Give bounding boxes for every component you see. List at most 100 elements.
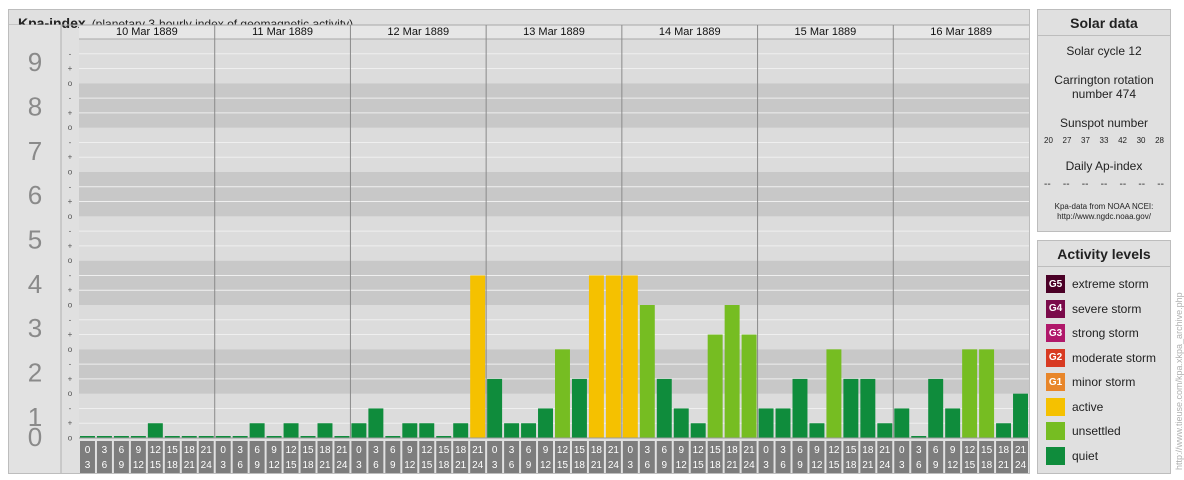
carrington-rotation: Carrington rotation number 474 [1054,73,1154,101]
x-tick-start: 9 [543,445,549,456]
x-tick-start: 9 [678,445,684,456]
x-tick-end: 3 [899,460,905,471]
x-tick-end: 24 [336,460,348,471]
day-label: 11 Mar 1889 [252,26,313,38]
x-tick-end: 6 [102,460,108,471]
kp-bar [571,378,587,438]
x-tick-start: 0 [899,445,905,456]
day-label: 15 Mar 1889 [795,26,857,38]
kp-bar [368,408,384,438]
y-band [79,172,1029,217]
day-label: 12 Mar 1889 [387,26,449,38]
kp-bar [775,408,791,438]
x-tick-end: 12 [540,460,552,471]
x-tick-end: 21 [184,460,196,471]
x-tick-end: 9 [119,460,125,471]
kp-bar [741,334,757,438]
x-tick-start: 18 [727,445,739,456]
day-label: 14 Mar 1889 [659,26,721,38]
sunspot-value: 20 [1044,136,1053,145]
legend-label: severe storm [1072,301,1142,316]
x-tick-end: 6 [645,460,651,471]
x-tick-end: 18 [167,460,179,471]
kp-bar [453,423,469,438]
y-tick-label: 6 [28,180,42,210]
x-tick-end: 18 [438,460,450,471]
y-minor-tick-label: o [68,345,73,354]
x-tick-start: 12 [285,445,297,456]
x-tick-end: 18 [981,460,993,471]
y-minor-tick-label: + [68,197,73,206]
x-tick-start: 0 [356,445,362,456]
x-tick-start: 12 [828,445,840,456]
y-minor-tick-label: o [68,168,73,177]
legend-swatch: G2 [1046,348,1065,367]
y-minor-tick-label: o [68,256,73,265]
y-minor-tick-label: o [68,389,73,398]
legend-item-severe-storm: G4 severe storm [1046,299,1142,318]
ap-index-value: -- [1081,179,1089,190]
x-tick-end: 6 [780,460,786,471]
x-tick-end: 6 [237,460,243,471]
kp-bar [928,378,944,438]
kp-bar [521,423,537,438]
kp-bar [877,423,893,438]
kp-bar [707,334,723,438]
x-tick-start: 21 [608,445,620,456]
x-tick-end: 24 [608,460,620,471]
x-tick-start: 21 [1015,445,1027,456]
activity-levels-panel: Activity levels G5 extreme storm G4 severe … [1037,240,1171,474]
y-minor-tick-label: + [68,241,73,250]
y-minor-tick-label: + [68,419,73,428]
kp-bar [249,423,265,438]
legend-swatch [1046,397,1065,416]
x-tick-start: 3 [373,445,379,456]
y-tick-label: 5 [28,225,42,255]
x-tick-start: 18 [319,445,331,456]
data-source: Kpa-data from NOAA NCEI: http://www.ngdc… [1038,202,1170,222]
y-band [79,83,1029,128]
x-tick-end: 15 [964,460,976,471]
x-tick-end: 15 [557,460,569,471]
y-tick-label: 1 [28,402,42,432]
activity-levels-title: Activity levels [1038,241,1170,267]
kp-bar [945,408,961,438]
kp-bar [555,349,570,438]
kp-bar [639,305,655,438]
legend-label: minor storm [1072,375,1136,389]
x-tick-start: 15 [574,445,586,456]
x-tick-end: 3 [492,460,498,471]
x-tick-end: 6 [916,460,922,471]
x-tick-start: 15 [710,445,722,456]
x-tick-end: 24 [744,460,756,471]
y-band [79,216,1029,261]
x-tick-end: 18 [574,460,586,471]
sunspot-value: 30 [1136,136,1146,145]
solar-cycle: Solar cycle 12 [1066,44,1142,58]
y-minor-tick-label: + [68,330,73,339]
y-minor-tick-label: - [69,227,72,236]
kp-bar [504,423,520,438]
x-tick-end: 6 [509,460,515,471]
y-minor-tick-label: o [68,301,73,310]
legend-item-extreme-storm: G5 extreme storm [1046,275,1149,293]
x-tick-end: 15 [693,460,705,471]
kp-bar [656,378,672,438]
x-tick-start: 9 [814,445,820,456]
sunspot-value: 37 [1081,136,1090,145]
kp-bar [673,408,689,438]
y-minor-tick-label: - [69,94,72,103]
x-tick-start: 15 [438,445,450,456]
x-tick-start: 9 [407,445,413,456]
x-tick-start: 18 [998,445,1010,456]
x-tick-start: 6 [661,445,667,456]
x-tick-start: 9 [950,445,956,456]
x-tick-end: 18 [302,460,314,471]
x-tick-start: 12 [557,445,569,456]
ap-index-label: Daily Ap-index [1065,159,1143,173]
data-source-link[interactable]: http://www.ngdc.noaa.gov/ [1038,212,1170,222]
sunspot-values: 20 27 37 33 42 30 28 [1038,136,1170,145]
sunspot-label: Sunspot number [1059,116,1149,130]
x-tick-end: 18 [710,460,722,471]
kp-bar [792,378,808,438]
